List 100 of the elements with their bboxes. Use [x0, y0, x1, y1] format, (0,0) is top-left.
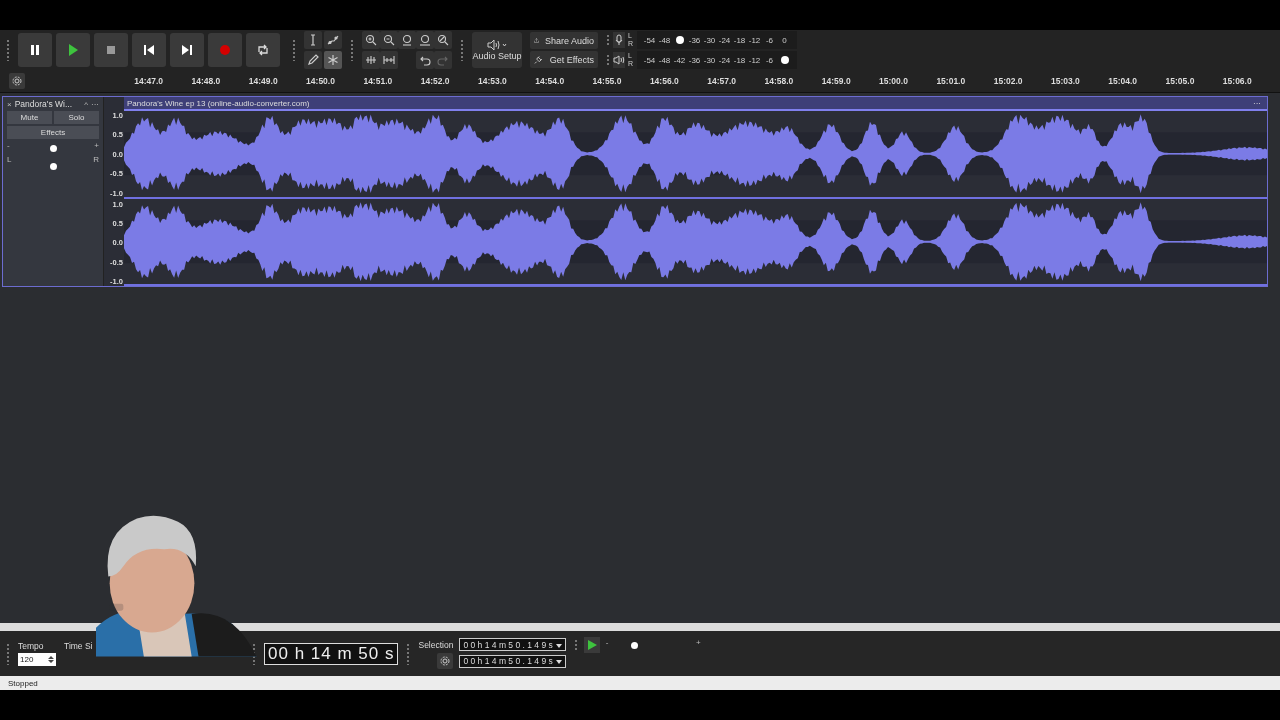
- play-button[interactable]: [56, 33, 90, 67]
- slider-thumb[interactable]: [630, 642, 638, 649]
- pencil-icon: [307, 54, 319, 66]
- meter-scale-label: -54: [642, 35, 657, 45]
- timeline-label: 14:59.0: [820, 76, 852, 86]
- silence-icon: [383, 54, 395, 66]
- mute-button[interactable]: Mute: [7, 111, 52, 124]
- meter-scale-label: -30: [702, 35, 717, 45]
- gain-slider[interactable]: - +: [7, 141, 99, 153]
- skip-to-start-icon: [142, 43, 156, 57]
- skip-start-button[interactable]: [132, 33, 166, 67]
- stop-button[interactable]: [94, 33, 128, 67]
- speaker-icon[interactable]: [613, 52, 625, 68]
- meter-scale-label: -36: [687, 55, 702, 65]
- timeline-label: 14:53.0: [477, 76, 508, 86]
- clip-menu-button[interactable]: ···: [1253, 98, 1261, 108]
- loop-icon: [256, 43, 270, 57]
- meter-scale-label: -36: [687, 35, 702, 45]
- zoom-in-button[interactable]: [362, 31, 380, 49]
- slider-thumb[interactable]: [780, 56, 789, 64]
- stop-icon: [104, 43, 118, 57]
- selection-start-field[interactable]: 0 0 h 1 4 m 5 0 . 1 4 9 s: [459, 638, 566, 651]
- silence-button[interactable]: [380, 51, 398, 69]
- loop-button[interactable]: [246, 33, 280, 67]
- settings-button[interactable]: [9, 73, 25, 89]
- magnifier-icon: [437, 34, 449, 46]
- timeline-label: 14:55.0: [591, 76, 623, 86]
- slider-label: -: [605, 638, 609, 647]
- time-display[interactable]: 00 h 14 m 50 s: [264, 642, 399, 665]
- timeline-label: 14:51.0: [362, 76, 394, 86]
- microphone-icon[interactable]: [613, 32, 625, 48]
- timeline-label: 14:54.0: [534, 76, 566, 86]
- timeline-label: 14:48.0: [190, 76, 222, 86]
- selection-end-field[interactable]: 0 0 h 1 4 m 5 0 . 1 4 9 s: [459, 654, 566, 668]
- record-icon: [218, 43, 232, 57]
- meter-scale-label: -18: [732, 55, 747, 65]
- timeline-label: 15:03.0: [1049, 76, 1081, 86]
- meter-scale-label: -6: [764, 55, 775, 65]
- skip-end-button[interactable]: [170, 33, 204, 67]
- track-name[interactable]: Pandora's Wi...: [14, 99, 82, 109]
- audio-setup-button[interactable]: Audio Setup: [472, 32, 522, 68]
- slider-thumb[interactable]: [49, 163, 57, 170]
- trim-icon: [365, 54, 377, 66]
- undo-icon: [419, 54, 431, 66]
- share-audio-button[interactable]: Share Audio: [530, 32, 598, 49]
- pause-icon: [28, 43, 42, 57]
- menu-button[interactable]: ···: [91, 99, 99, 109]
- timeline-label: 14:50.0: [305, 76, 336, 86]
- magnifier-icon: [419, 34, 431, 46]
- pan-slider[interactable]: L R: [7, 155, 99, 171]
- timeline-label: 14:49.0: [247, 76, 279, 86]
- dropdown-caret-icon: [555, 643, 562, 648]
- timeline-label: 15:04.0: [1107, 76, 1139, 86]
- timeline-label: 15:06.0: [1221, 76, 1253, 86]
- collapse-button[interactable]: ^: [84, 99, 88, 109]
- clip-header[interactable]: Pandora's Wine ep 13 (online-audio-converter.com) ···: [124, 97, 1267, 111]
- slider-label: R: [93, 155, 99, 164]
- pause-button[interactable]: [18, 33, 52, 67]
- timeline-label: 15:05.0: [1164, 76, 1196, 86]
- slider-label: +: [696, 638, 701, 647]
- time-signature-label: Time Si: [64, 641, 94, 651]
- recording-meter[interactable]: -54 -48 -36 -30 -24 -18 -12 -6 0: [637, 31, 797, 49]
- playback-meter[interactable]: -54 -48 -42 -36 -30 -24 -18 -12 -6: [637, 51, 797, 69]
- tempo-field[interactable]: 120: [18, 653, 56, 666]
- slider-label: -: [7, 141, 10, 150]
- meter-scale-label: -18: [732, 35, 747, 45]
- timeline-label: 15:01.0: [935, 76, 967, 86]
- tempo-label: Tempo: [18, 641, 45, 651]
- timeline-label: 14:52.0: [419, 76, 451, 86]
- slider-thumb[interactable]: [675, 36, 684, 44]
- tool-button[interactable]: [304, 31, 322, 49]
- slider-thumb[interactable]: [49, 145, 57, 152]
- tool-button[interactable]: [324, 31, 342, 49]
- speaker-icon: [487, 39, 507, 51]
- close-button[interactable]: ×: [7, 99, 12, 109]
- timeline-label: 14:57.0: [706, 76, 738, 86]
- clip-title: Pandora's Wine ep 13 (online-audio-converter.com): [127, 98, 310, 108]
- undo-button[interactable]: [416, 51, 434, 69]
- timeline-label: 15:02.0: [992, 76, 1024, 86]
- meter-scale-label: -24: [717, 55, 732, 65]
- envelope-icon: [327, 34, 339, 46]
- zoom-toggle-button[interactable]: [434, 31, 452, 49]
- plug-icon: [534, 54, 544, 65]
- trim-button[interactable]: [362, 51, 380, 69]
- play-icon: [66, 43, 80, 57]
- slider-label: +: [94, 141, 99, 150]
- zoom-in-icon: [365, 34, 377, 46]
- solo-button[interactable]: Solo: [54, 111, 99, 124]
- tool-button[interactable]: [324, 51, 342, 69]
- playback-speed-slider[interactable]: - +: [605, 638, 701, 652]
- effects-button[interactable]: Effects: [7, 126, 99, 139]
- tool-button[interactable]: [304, 51, 322, 69]
- meter-scale-label: -42: [672, 55, 687, 65]
- zoom-out-icon: [383, 34, 395, 46]
- timeline-label: 14:47.0: [133, 76, 165, 86]
- meter-scale-label: -12: [747, 55, 762, 65]
- timeline-label: 14:56.0: [648, 76, 680, 86]
- play-at-speed-button[interactable]: [583, 637, 600, 653]
- settings-button[interactable]: [437, 653, 454, 669]
- get-effects-button[interactable]: Get Effects: [530, 51, 598, 68]
